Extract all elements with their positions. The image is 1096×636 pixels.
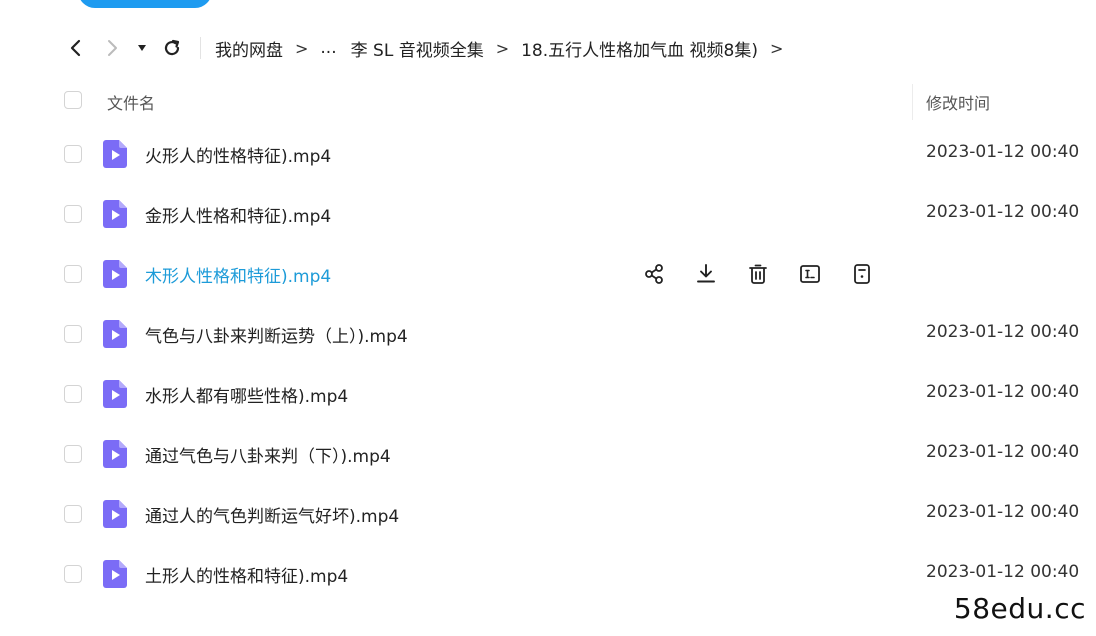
row-actions <box>641 261 875 287</box>
file-row[interactable]: 通过人的气色判断运气好坏).mp4 2023-01-12 00:40 <box>0 484 1096 544</box>
more-button[interactable] <box>849 261 875 287</box>
file-name[interactable]: 土形人的性格和特征).mp4 <box>145 562 348 587</box>
video-file-icon <box>103 560 127 588</box>
delete-button[interactable] <box>745 261 771 287</box>
file-row[interactable]: 土形人的性格和特征).mp4 2023-01-12 00:40 <box>0 544 1096 604</box>
file-name[interactable]: 气色与八卦来判断运势（上）).mp4 <box>145 322 408 347</box>
column-divider[interactable] <box>912 84 913 120</box>
row-checkbox[interactable] <box>64 325 82 343</box>
file-row[interactable]: 通过气色与八卦来判（下）).mp4 2023-01-12 00:40 <box>0 424 1096 484</box>
file-row[interactable]: 水形人都有哪些性格).mp4 2023-01-12 00:40 <box>0 364 1096 424</box>
caret-down-icon <box>138 45 146 51</box>
row-checkbox[interactable] <box>64 565 82 583</box>
file-name[interactable]: 通过气色与八卦来判（下）).mp4 <box>145 442 391 467</box>
row-checkbox[interactable] <box>64 445 82 463</box>
file-modified-time: 2023-01-12 00:40 <box>926 442 1080 462</box>
file-modified-time: 2023-01-12 00:40 <box>926 382 1080 402</box>
video-file-icon <box>103 200 127 228</box>
video-file-icon <box>103 260 127 288</box>
refresh-icon <box>164 39 180 56</box>
row-checkbox[interactable] <box>64 145 82 163</box>
file-row[interactable]: 气色与八卦来判断运势（上）).mp4 2023-01-12 00:40 <box>0 304 1096 364</box>
video-file-icon <box>103 500 127 528</box>
file-modified-time: 2023-01-12 00:40 <box>926 502 1080 522</box>
video-file-icon <box>103 140 127 168</box>
delete-icon <box>749 264 767 284</box>
breadcrumb-separator: > <box>495 38 510 58</box>
row-checkbox[interactable] <box>64 505 82 523</box>
breadcrumb-root[interactable]: 我的网盘 <box>215 36 283 61</box>
file-name[interactable]: 金形人性格和特征).mp4 <box>145 202 331 227</box>
rename-icon <box>800 265 820 283</box>
breadcrumb-separator: > <box>295 38 309 58</box>
row-checkbox[interactable] <box>64 205 82 223</box>
chevron-right-icon <box>108 40 117 56</box>
video-file-icon <box>103 320 127 348</box>
file-name[interactable]: 木形人性格和特征).mp4 <box>145 262 331 287</box>
toolbar: 我的网盘 > ... 李 SL 音视频全集 > 18.五行人性格加气血 视频8集… <box>58 30 1088 66</box>
row-checkbox[interactable] <box>64 385 82 403</box>
file-modified-time: 2023-01-12 00:40 <box>926 202 1080 222</box>
column-header-name[interactable]: 文件名 <box>107 90 155 114</box>
file-row-hovered[interactable]: 木形人性格和特征).mp4 <box>0 244 1096 304</box>
file-modified-time: 2023-01-12 00:40 <box>926 142 1080 162</box>
row-checkbox[interactable] <box>64 265 82 283</box>
breadcrumb-separator: > <box>770 38 784 58</box>
file-name[interactable]: 通过人的气色判断运气好坏).mp4 <box>145 502 399 527</box>
refresh-button[interactable] <box>154 30 190 66</box>
file-list-header: 文件名 修改时间 <box>0 78 1096 122</box>
file-name[interactable]: 火形人的性格特征).mp4 <box>145 142 331 167</box>
more-icon <box>854 264 870 284</box>
share-icon <box>645 264 663 284</box>
breadcrumb-folder-2[interactable]: 18.五行人性格加气血 视频8集) <box>521 36 758 61</box>
column-header-modified[interactable]: 修改时间 <box>926 90 990 114</box>
video-file-icon <box>103 440 127 468</box>
history-dropdown[interactable] <box>130 30 154 66</box>
toolbar-divider <box>200 37 201 59</box>
select-all-checkbox[interactable] <box>64 91 82 109</box>
share-button[interactable] <box>641 261 667 287</box>
video-file-icon <box>103 380 127 408</box>
breadcrumb-ellipsis[interactable]: ... <box>320 38 336 58</box>
watermark-text: 58edu.cc <box>953 592 1086 625</box>
breadcrumb-folder-1[interactable]: 李 SL 音视频全集 <box>351 36 484 61</box>
forward-button[interactable] <box>94 30 130 66</box>
back-button[interactable] <box>58 30 94 66</box>
file-modified-time: 2023-01-12 00:40 <box>926 562 1080 582</box>
file-modified-time: 2023-01-12 00:40 <box>926 322 1080 342</box>
rename-button[interactable] <box>797 261 823 287</box>
file-row[interactable]: 火形人的性格特征).mp4 2023-01-12 00:40 <box>0 124 1096 184</box>
file-row[interactable]: 金形人性格和特征).mp4 2023-01-12 00:40 <box>0 184 1096 244</box>
file-name[interactable]: 水形人都有哪些性格).mp4 <box>145 382 348 407</box>
chevron-left-icon <box>70 39 81 57</box>
download-button[interactable] <box>693 261 719 287</box>
breadcrumb: 我的网盘 > ... 李 SL 音视频全集 > 18.五行人性格加气血 视频8集… <box>215 36 795 61</box>
download-icon <box>697 264 715 283</box>
new-button-edge[interactable] <box>78 0 212 8</box>
